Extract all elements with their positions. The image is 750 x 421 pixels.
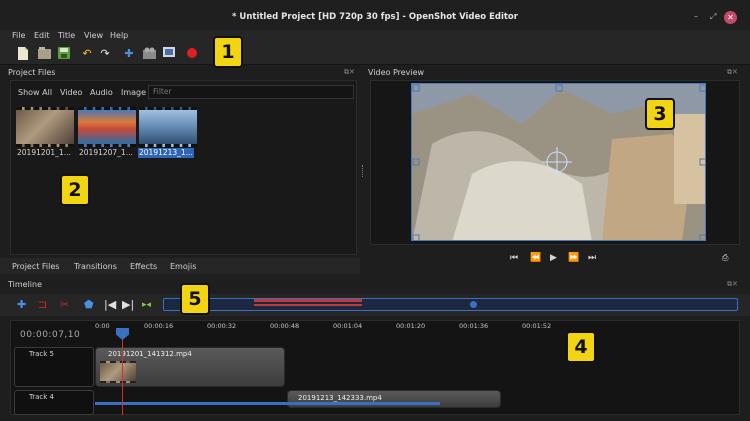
overview-clip-marker bbox=[254, 304, 362, 306]
callout-2: 2 bbox=[60, 174, 90, 206]
filter-tab-audio[interactable]: Audio bbox=[90, 88, 113, 97]
undo-icon[interactable]: ↶ bbox=[80, 47, 94, 61]
filter-input[interactable]: Filter bbox=[148, 85, 354, 99]
fullscreen-icon[interactable] bbox=[162, 47, 176, 61]
callout-4: 4 bbox=[566, 331, 596, 363]
redo-icon[interactable]: ↷ bbox=[98, 47, 112, 61]
track-name: Track 4 bbox=[29, 393, 54, 401]
import-files-icon[interactable]: ✚ bbox=[122, 47, 136, 61]
add-marker-icon[interactable]: ⬟ bbox=[84, 298, 94, 312]
file-label-2: 20191207_1... bbox=[79, 148, 133, 157]
file-thumbnail-1[interactable] bbox=[16, 107, 74, 147]
overview-handle[interactable] bbox=[470, 301, 477, 308]
callout-5: 5 bbox=[180, 283, 210, 315]
playhead-line bbox=[122, 329, 123, 415]
dock-float-icon[interactable]: ⧉✕ bbox=[727, 68, 738, 77]
timeline-overview-scrollbar[interactable] bbox=[163, 298, 738, 311]
clip-label: 20191213_142333.mp4 bbox=[298, 394, 382, 402]
file-thumbnail-3[interactable] bbox=[139, 107, 197, 147]
previous-marker-icon[interactable]: |◀ bbox=[104, 298, 116, 312]
splitter-handle[interactable] bbox=[362, 165, 365, 177]
file-label-3-selected: 20191213_1... bbox=[138, 148, 194, 158]
play-icon[interactable]: ▶ bbox=[550, 253, 557, 263]
razor-icon[interactable]: ✂ bbox=[60, 298, 69, 312]
filter-tab-show-all[interactable]: Show All bbox=[18, 88, 52, 97]
ruler-label: 00:01:04 bbox=[333, 322, 363, 330]
tab-project-files[interactable]: Project Files bbox=[12, 262, 59, 271]
fast-forward-icon[interactable]: ⏩ bbox=[568, 253, 579, 263]
timeline-clip-2[interactable]: 20191213_142333.mp4 bbox=[287, 390, 501, 408]
ruler-label: 00:01:20 bbox=[396, 322, 426, 330]
track-header-4[interactable]: Track 4 bbox=[14, 390, 94, 415]
rewind-icon[interactable]: ⏪ bbox=[530, 253, 541, 263]
center-playhead-icon[interactable]: ▸◂ bbox=[142, 298, 151, 312]
window-titlebar: * Untitled Project [HD 720p 30 fps] - Op… bbox=[0, 0, 750, 30]
next-marker-icon[interactable]: ▶| bbox=[122, 298, 134, 312]
ruler-label: 00:01:36 bbox=[459, 322, 489, 330]
snapshot-icon[interactable]: ⎙ bbox=[722, 253, 728, 263]
callout-3: 3 bbox=[645, 98, 675, 130]
tab-emojis[interactable]: Emojis bbox=[170, 262, 196, 271]
track-name: Track 5 bbox=[29, 350, 54, 358]
profile-icon[interactable] bbox=[142, 47, 156, 61]
ruler-label: 0:00 bbox=[95, 322, 110, 330]
jump-end-icon[interactable]: ⏭ bbox=[588, 253, 596, 263]
track-progress-bar bbox=[95, 402, 440, 405]
filter-tab-video[interactable]: Video bbox=[60, 88, 82, 97]
open-project-icon[interactable] bbox=[37, 47, 51, 61]
export-video-icon[interactable] bbox=[185, 47, 199, 61]
maximize-button[interactable]: ⤢ bbox=[710, 12, 716, 22]
tab-effects[interactable]: Effects bbox=[130, 262, 157, 271]
dock-float-icon[interactable]: ⧉✕ bbox=[344, 68, 355, 77]
timeline-clip-1[interactable]: 20191201_141312.mp4 bbox=[95, 347, 285, 387]
main-toolbar: ↶ ↷ ✚ bbox=[0, 43, 750, 65]
overview-clip-marker bbox=[254, 299, 362, 302]
timecode-display: 00:00:07,10 bbox=[20, 330, 81, 340]
video-preview-title: Video Preview bbox=[368, 68, 425, 77]
close-button[interactable]: ✕ bbox=[724, 11, 737, 24]
new-project-icon[interactable] bbox=[16, 47, 30, 61]
dock-tabs: Project Files Transitions Effects Emojis bbox=[0, 258, 360, 274]
ruler-label: 00:00:48 bbox=[270, 322, 300, 330]
clip-thumbnail bbox=[100, 361, 136, 383]
menu-view[interactable]: View bbox=[84, 31, 103, 40]
menu-edit[interactable]: Edit bbox=[34, 31, 50, 40]
file-thumbnail-2[interactable] bbox=[78, 107, 136, 147]
menu-file[interactable]: File bbox=[12, 31, 25, 40]
window-title: * Untitled Project [HD 720p 30 fps] - Op… bbox=[232, 12, 518, 22]
ruler-label: 00:00:32 bbox=[207, 322, 237, 330]
menu-title[interactable]: Title bbox=[58, 31, 75, 40]
menu-help[interactable]: Help bbox=[110, 31, 128, 40]
callout-1: 1 bbox=[213, 36, 243, 68]
file-label-1: 20191201_1... bbox=[17, 148, 71, 157]
project-files-title: Project Files bbox=[8, 68, 56, 77]
filter-tab-image[interactable]: Image bbox=[121, 88, 146, 97]
dock-float-icon[interactable]: ⧉✕ bbox=[727, 280, 738, 289]
snapping-icon[interactable]: ⊐ bbox=[38, 298, 47, 312]
add-track-icon[interactable]: ✚ bbox=[17, 298, 26, 312]
tab-transitions[interactable]: Transitions bbox=[74, 262, 117, 271]
ruler-label: 00:01:52 bbox=[522, 322, 552, 330]
minimize-button[interactable]: – bbox=[694, 12, 698, 21]
jump-start-icon[interactable]: ⏮ bbox=[510, 253, 518, 263]
save-project-icon[interactable] bbox=[57, 47, 71, 61]
menu-bar: File Edit Title View Help bbox=[0, 30, 750, 43]
ruler-label: 00:00:16 bbox=[144, 322, 174, 330]
timeline-title: Timeline bbox=[8, 280, 43, 289]
clip-label: 20191201_141312.mp4 bbox=[108, 350, 192, 358]
track-header-5[interactable]: Track 5 bbox=[14, 347, 94, 387]
